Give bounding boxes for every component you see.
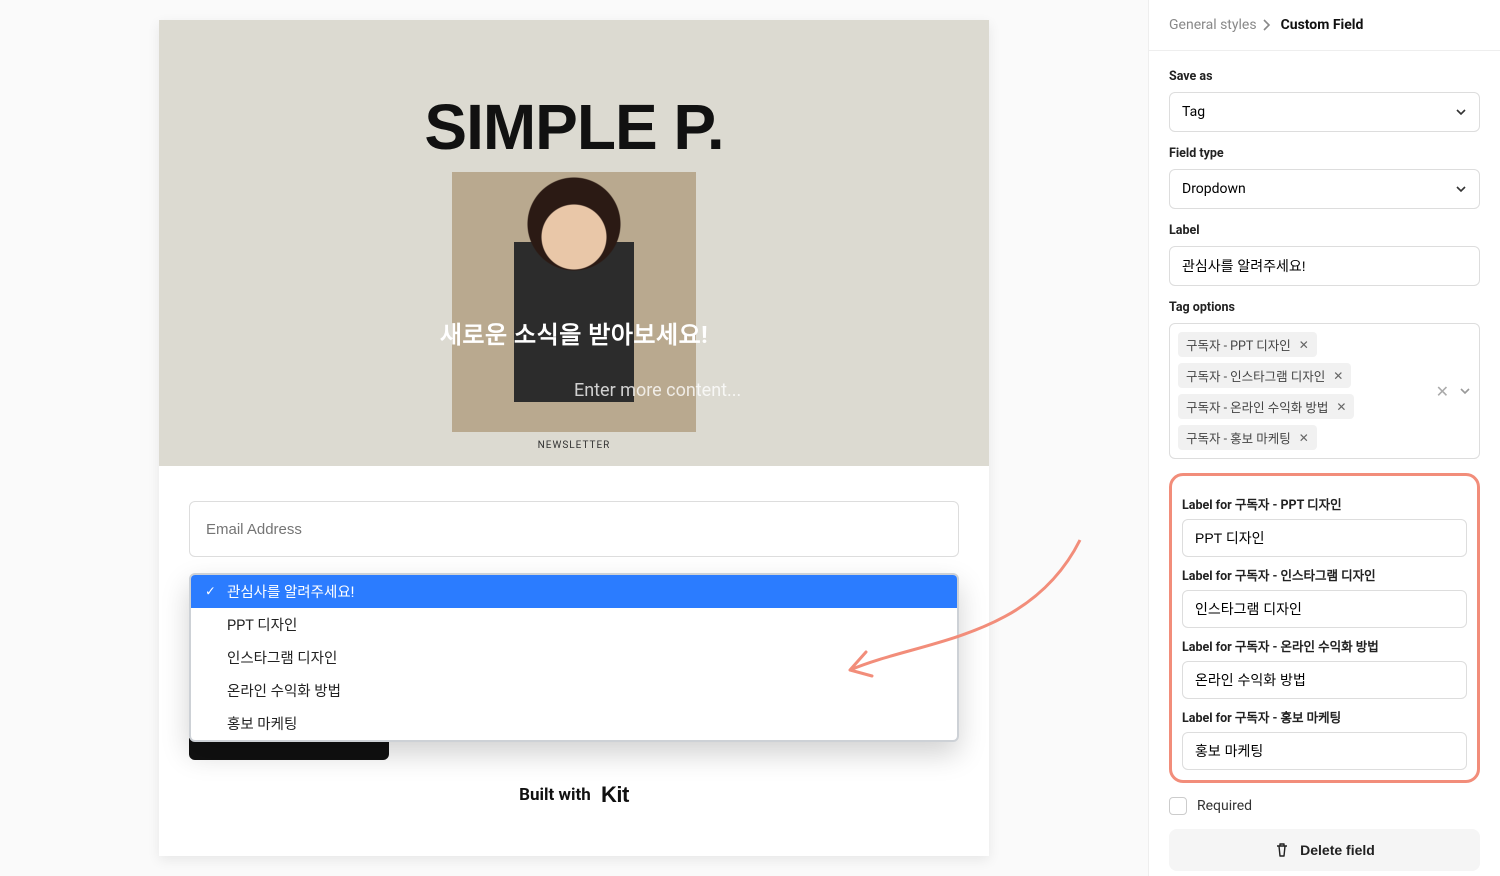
hero-section: SIMPLE P. 새로운 소식을 받아보세요! Enter more cont… (159, 20, 989, 466)
built-with-text: Built with (519, 785, 591, 805)
save-as-select[interactable]: Tag (1169, 92, 1480, 132)
required-row: Required (1169, 797, 1480, 815)
label-for-input[interactable] (1182, 732, 1467, 770)
tag-chip: 구독자 - 온라인 수익화 방법 ✕ (1178, 394, 1354, 419)
chevron-down-icon[interactable] (1459, 385, 1471, 397)
tag-chip-text: 구독자 - PPT 디자인 (1186, 335, 1291, 354)
tag-options-box[interactable]: 구독자 - PPT 디자인 ✕ 구독자 - 인스타그램 디자인 ✕ 구독자 - 온라… (1169, 323, 1480, 459)
clear-tags-icon[interactable]: ✕ (1436, 382, 1449, 401)
hero-more-content-placeholder[interactable]: Enter more content... (574, 380, 741, 401)
label-for-highlight-group: Label for 구독자 - PPT 디자인 Label for 구독자 - … (1169, 473, 1480, 783)
email-input[interactable] (189, 501, 959, 557)
field-type-value: Dropdown (1182, 181, 1246, 197)
save-as-label: Save as (1169, 69, 1480, 84)
label-for-input[interactable] (1182, 519, 1467, 557)
kit-logo: Kit (601, 782, 629, 807)
tag-options-label: Tag options (1169, 300, 1480, 315)
dropdown-menu-open[interactable]: 관심사를 알려주세요! PPT 디자인 인스타그램 디자인 온라인 수익화 방법… (189, 573, 959, 742)
label-for-label: Label for 구독자 - 온라인 수익화 방법 (1182, 636, 1467, 655)
interest-dropdown[interactable]: 관심사를 알려주세요! PPT 디자인 인스타그램 디자인 온라인 수익화 방법… (189, 573, 959, 742)
tag-chip-text: 구독자 - 인스타그램 디자인 (1186, 366, 1325, 385)
label-for-input[interactable] (1182, 590, 1467, 628)
breadcrumb-prev[interactable]: General styles (1169, 17, 1271, 33)
chevron-down-icon (1455, 106, 1467, 118)
hero-subtitle: 새로운 소식을 받아보세요! (440, 315, 708, 350)
remove-tag-icon[interactable]: ✕ (1299, 431, 1309, 445)
required-label: Required (1197, 798, 1252, 814)
settings-panel: General styles Custom Field Save as Tag … (1148, 0, 1500, 876)
chevron-down-icon (1455, 183, 1467, 195)
remove-tag-icon[interactable]: ✕ (1333, 369, 1343, 383)
dropdown-option[interactable]: 인스타그램 디자인 (191, 641, 957, 674)
label-for-label: Label for 구독자 - 인스타그램 디자인 (1182, 565, 1467, 584)
delete-field-label: Delete field (1300, 842, 1375, 858)
tag-chip: 구독자 - PPT 디자인 ✕ (1178, 332, 1317, 357)
tag-chip: 구독자 - 인스타그램 디자인 ✕ (1178, 363, 1351, 388)
required-checkbox[interactable] (1169, 797, 1187, 815)
label-field-input[interactable] (1169, 246, 1480, 286)
dropdown-placeholder-option[interactable]: 관심사를 알려주세요! (191, 575, 957, 608)
tag-chip-text: 구독자 - 홍보 마케팅 (1186, 428, 1291, 447)
tag-box-controls: ✕ (1428, 382, 1471, 401)
newsletter-badge: NEWSLETTER (538, 440, 611, 451)
tag-chip: 구독자 - 홍보 마케팅 ✕ (1178, 425, 1317, 450)
breadcrumb-current: Custom Field (1281, 17, 1364, 33)
dropdown-option[interactable]: PPT 디자인 (191, 608, 957, 641)
label-for-label: Label for 구독자 - 홍보 마케팅 (1182, 707, 1467, 726)
preview-area: SIMPLE P. 새로운 소식을 받아보세요! Enter more cont… (0, 0, 1148, 876)
built-with-label: Built with Kit (189, 760, 959, 836)
dropdown-option[interactable]: 홍보 마케팅 (191, 707, 957, 740)
breadcrumb-prev-label: General styles (1169, 17, 1257, 33)
panel-scroll[interactable]: Save as Tag Field type Dropdown Label Ta… (1149, 51, 1500, 876)
remove-tag-icon[interactable]: ✕ (1336, 400, 1346, 414)
chevron-right-icon (1263, 19, 1271, 31)
field-type-select[interactable]: Dropdown (1169, 169, 1480, 209)
panel-breadcrumb: General styles Custom Field (1149, 0, 1500, 51)
form-body: 관심사를 알려주세요! PPT 디자인 인스타그램 디자인 온라인 수익화 방법… (159, 466, 989, 856)
hero-title: SIMPLE P. (424, 90, 723, 164)
field-type-label: Field type (1169, 146, 1480, 161)
save-as-value: Tag (1182, 104, 1205, 120)
dropdown-option[interactable]: 온라인 수익화 방법 (191, 674, 957, 707)
label-field-label: Label (1169, 223, 1480, 238)
remove-tag-icon[interactable]: ✕ (1299, 338, 1309, 352)
tag-chip-list: 구독자 - PPT 디자인 ✕ 구독자 - 인스타그램 디자인 ✕ 구독자 - 온라… (1178, 332, 1428, 450)
delete-field-button[interactable]: Delete field (1169, 829, 1480, 871)
form-preview-card: SIMPLE P. 새로운 소식을 받아보세요! Enter more cont… (159, 20, 989, 856)
trash-icon (1274, 842, 1290, 858)
label-for-input[interactable] (1182, 661, 1467, 699)
tag-chip-text: 구독자 - 온라인 수익화 방법 (1186, 397, 1328, 416)
label-for-label: Label for 구독자 - PPT 디자인 (1182, 494, 1467, 513)
